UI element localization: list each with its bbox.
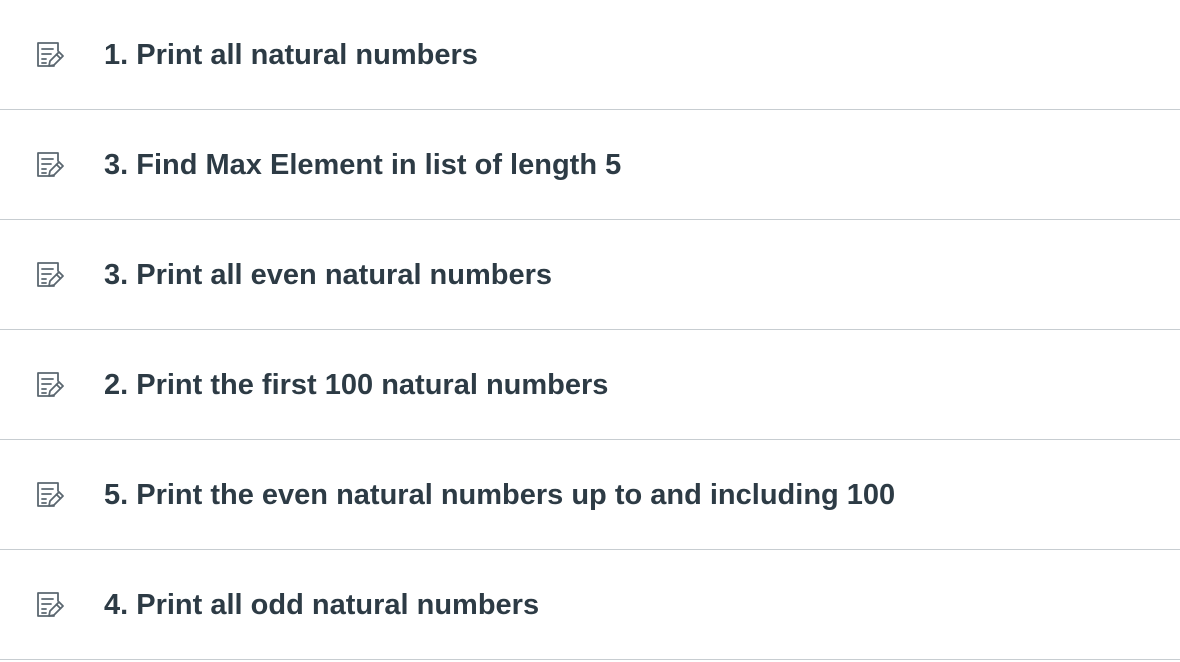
assignment-edit-icon [34, 259, 66, 291]
assignment-edit-icon [34, 589, 66, 621]
assignment-row[interactable]: 1. Print all natural numbers [0, 0, 1180, 110]
assignment-edit-icon [34, 39, 66, 71]
assignment-row[interactable]: 2. Print the first 100 natural numbers [0, 330, 1180, 440]
assignment-edit-icon [34, 479, 66, 511]
assignment-row[interactable]: 5. Print the even natural numbers up to … [0, 440, 1180, 550]
assignment-title[interactable]: 3. Print all even natural numbers [104, 257, 552, 293]
assignment-row[interactable]: 3. Print all even natural numbers [0, 220, 1180, 330]
assignment-edit-icon [34, 369, 66, 401]
assignment-edit-icon [34, 149, 66, 181]
assignment-row[interactable]: 3. Find Max Element in list of length 5 [0, 110, 1180, 220]
assignment-title[interactable]: 2. Print the first 100 natural numbers [104, 367, 608, 403]
assignment-title[interactable]: 5. Print the even natural numbers up to … [104, 477, 895, 513]
assignment-title[interactable]: 4. Print all odd natural numbers [104, 587, 539, 623]
assignment-title[interactable]: 3. Find Max Element in list of length 5 [104, 147, 621, 183]
assignment-row[interactable]: 4. Print all odd natural numbers [0, 550, 1180, 660]
assignment-list: 1. Print all natural numbers 3. Find Max… [0, 0, 1180, 660]
assignment-title[interactable]: 1. Print all natural numbers [104, 37, 478, 73]
